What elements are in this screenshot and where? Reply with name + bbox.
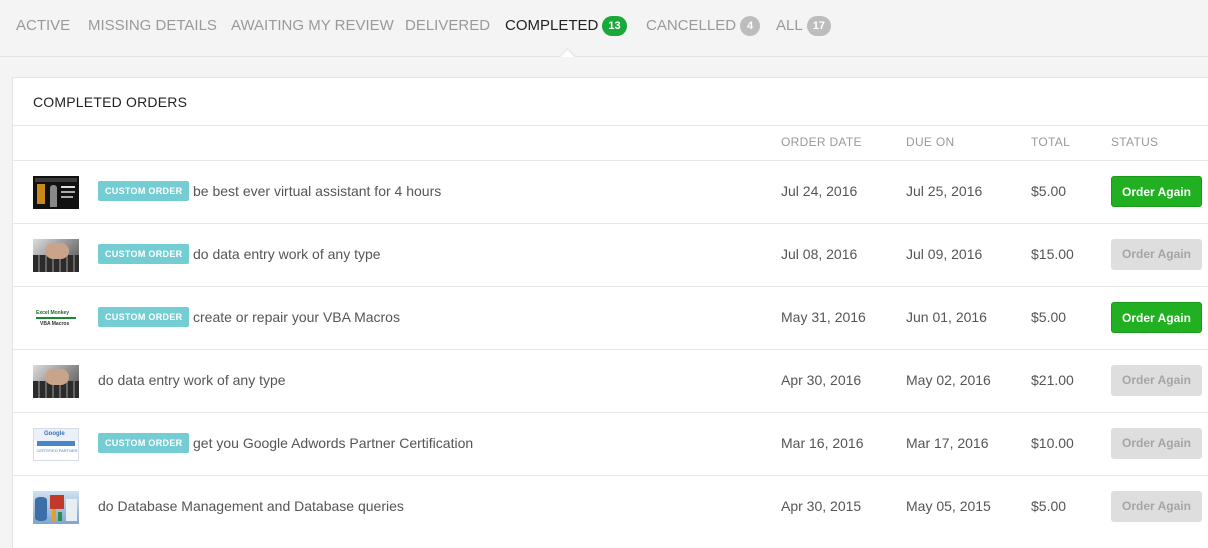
custom-order-tag: CUSTOM ORDER <box>98 244 190 264</box>
gig-title-link[interactable]: create or repair your VBA Macros <box>193 309 400 325</box>
due-date: May 02, 2016 <box>906 372 991 388</box>
due-date: Jul 09, 2016 <box>906 246 983 262</box>
tab-active[interactable]: ACTIVE <box>16 16 70 36</box>
keyboard-typing-thumbnail[interactable] <box>33 239 79 272</box>
custom-order-tag: CUSTOM ORDER <box>98 433 190 453</box>
gig-title-link[interactable]: be best ever virtual assistant for 4 hou… <box>193 183 441 199</box>
order-date: May 31, 2016 <box>781 309 866 325</box>
order-total: $5.00 <box>1031 183 1067 199</box>
badge-brand-text: Google <box>44 431 65 437</box>
order-date: Apr 30, 2015 <box>781 498 862 514</box>
column-header-status: STATUS <box>1111 135 1159 149</box>
tab-awaiting-my-review[interactable]: AWAITING MY REVIEW <box>231 16 394 36</box>
google-partner-badge[interactable]: Google CERTIFIED PARTNER <box>33 428 79 461</box>
order-date: Jul 08, 2016 <box>781 246 858 262</box>
tab-label: MISSING DETAILS <box>88 17 217 34</box>
virtual-assistant-thumbnail[interactable] <box>33 176 79 209</box>
due-date: Jun 01, 2016 <box>906 309 987 325</box>
keyboard-typing-thumbnail[interactable] <box>33 365 79 398</box>
gig-title-link[interactable]: do data entry work of any type <box>98 372 286 388</box>
divider <box>13 125 1208 126</box>
excel-monkey-logo[interactable]: Excel Monkey VBA Macros <box>33 302 79 335</box>
gig-title-link[interactable]: do data entry work of any type <box>193 246 381 262</box>
column-header-order-date: ORDER DATE <box>781 135 862 149</box>
tab-label: ACTIVE <box>16 17 71 34</box>
column-header-due-on: DUE ON <box>906 135 955 149</box>
table-row: Google CERTIFIED PARTNER CUSTOM ORDER ge… <box>13 412 1208 475</box>
badge-subtext: CERTIFIED PARTNER <box>36 448 78 453</box>
tab-cancelled[interactable]: CANCELLED 4 <box>646 16 761 36</box>
count-badge: 13 <box>602 16 627 36</box>
order-total: $5.00 <box>1031 498 1067 514</box>
order-status-tabs: ACTIVE MISSING DETAILS AWAITING MY REVIE… <box>0 0 1208 57</box>
gig-title-link[interactable]: get you Google Adwords Partner Certifica… <box>193 435 473 451</box>
order-total: $21.00 <box>1031 372 1074 388</box>
logo-subtext: VBA Macros <box>40 321 70 327</box>
tab-label: DELIVERED <box>405 17 491 34</box>
order-again-button[interactable]: Order Again <box>1111 239 1202 270</box>
custom-order-tag: CUSTOM ORDER <box>98 181 190 201</box>
completed-orders-panel: COMPLETED ORDERS ORDER DATE DUE ON TOTAL… <box>12 77 1208 548</box>
order-total: $10.00 <box>1031 435 1074 451</box>
table-row: do Database Management and Database quer… <box>13 475 1208 538</box>
gig-title-link[interactable]: do Database Management and Database quer… <box>98 498 404 514</box>
table-row: CUSTOM ORDER be best ever virtual assist… <box>13 160 1208 223</box>
order-again-button[interactable]: Order Again <box>1111 302 1202 333</box>
order-total: $5.00 <box>1031 309 1067 325</box>
tab-label: ALL <box>776 17 803 34</box>
order-again-button[interactable]: Order Again <box>1111 428 1202 459</box>
tab-all[interactable]: ALL 17 <box>776 16 831 36</box>
order-total: $15.00 <box>1031 246 1074 262</box>
order-again-button[interactable]: Order Again <box>1111 365 1202 396</box>
active-tab-caret <box>558 47 576 57</box>
tab-label: COMPLETED <box>505 17 599 34</box>
tab-label: CANCELLED <box>646 17 737 34</box>
order-again-button[interactable]: Order Again <box>1111 491 1202 522</box>
custom-order-tag: CUSTOM ORDER <box>98 307 190 327</box>
tab-delivered[interactable]: DELIVERED <box>405 16 490 36</box>
tab-label: AWAITING MY REVIEW <box>231 17 394 34</box>
order-again-button[interactable]: Order Again <box>1111 176 1202 207</box>
count-badge: 4 <box>740 16 761 36</box>
table-row: Excel Monkey VBA Macros CUSTOM ORDER cre… <box>13 286 1208 349</box>
table-row: CUSTOM ORDER do data entry work of any t… <box>13 223 1208 286</box>
table-row: do data entry work of any type Apr 30, 2… <box>13 349 1208 412</box>
column-header-total: TOTAL <box>1031 135 1071 149</box>
panel-title: COMPLETED ORDERS <box>33 94 188 110</box>
tab-missing-details[interactable]: MISSING DETAILS <box>88 16 217 36</box>
due-date: Jul 25, 2016 <box>906 183 983 199</box>
database-charts-thumbnail[interactable] <box>33 491 79 524</box>
order-date: Apr 30, 2016 <box>781 372 862 388</box>
order-date: Mar 16, 2016 <box>781 435 864 451</box>
tab-completed[interactable]: COMPLETED 13 <box>505 16 627 36</box>
logo-text: Excel Monkey <box>36 310 70 316</box>
count-badge: 17 <box>806 16 831 36</box>
due-date: Mar 17, 2016 <box>906 435 989 451</box>
order-date: Jul 24, 2016 <box>781 183 858 199</box>
due-date: May 05, 2015 <box>906 498 991 514</box>
